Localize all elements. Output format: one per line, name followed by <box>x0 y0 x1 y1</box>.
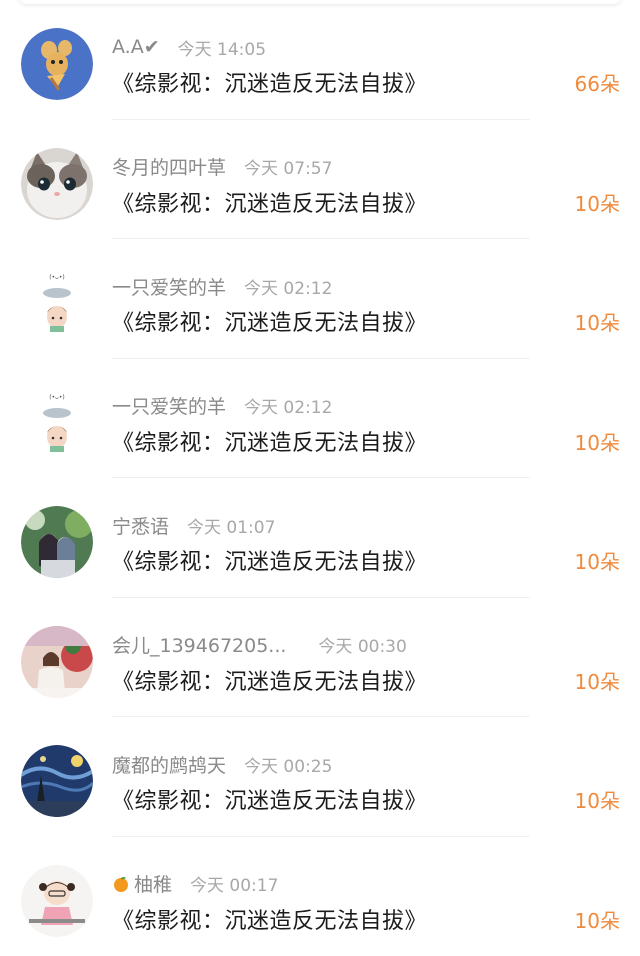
gift-record-list: A.A✔ 今天 14:05 《综影视：沉迷造反无法自拔》 66朵 <box>0 0 640 943</box>
timestamp: 今天 00:25 <box>244 752 332 777</box>
flower-amount: 10朵 <box>575 307 620 336</box>
timestamp: 今天 00:30 <box>318 632 406 657</box>
username[interactable]: A.A✔ <box>112 36 160 58</box>
username[interactable]: 宁悉语 <box>112 512 169 539</box>
kitten-avatar-icon[interactable] <box>21 148 93 220</box>
username[interactable]: 冬月的四叶草 <box>112 153 226 180</box>
flower-amount: 10朵 <box>575 546 620 575</box>
timestamp: 今天 02:12 <box>244 393 332 418</box>
book-title[interactable]: 《综影视：沉迷造反无法自拔》 <box>112 903 427 935</box>
timestamp: 今天 07:57 <box>244 154 332 179</box>
cartoon-mouse-avatar-icon[interactable] <box>21 28 93 100</box>
chibi-avatar-icon[interactable]: (•ᴗ•) <box>21 387 93 459</box>
list-item[interactable]: (•ᴗ•) 一只爱笑的羊 今天 02:12 《综影视：沉迷造反无法自拔》 10朵 <box>0 239 640 359</box>
starry-night-avatar-icon[interactable] <box>21 745 93 817</box>
name-line: 冬月的四叶草 今天 07:57 <box>112 154 332 180</box>
list-item[interactable]: 会儿_139467205... 今天 00:30 《综影视：沉迷造反无法自拔》 … <box>0 598 640 718</box>
flower-amount: 10朵 <box>575 188 620 217</box>
book-title[interactable]: 《综影视：沉迷造反无法自拔》 <box>112 664 427 696</box>
list-item[interactable]: (•ᴗ•) 一只爱笑的羊 今天 02:12 《综影视：沉迷造反无法自拔》 10朵 <box>0 359 640 479</box>
list-item[interactable]: 魔都的鹧鸪天 今天 00:25 《综影视：沉迷造反无法自拔》 10朵 <box>0 717 640 837</box>
book-title[interactable]: 《综影视：沉迷造反无法自拔》 <box>112 305 427 337</box>
flower-amount: 10朵 <box>575 905 620 934</box>
book-title[interactable]: 《综影视：沉迷造反无法自拔》 <box>112 544 427 576</box>
anime-couple-avatar-icon[interactable] <box>21 506 93 578</box>
name-line: 一只爱笑的羊 今天 02:12 <box>112 273 332 299</box>
flower-amount: 66朵 <box>575 68 620 97</box>
orange-fruit-icon <box>112 875 130 893</box>
list-item[interactable]: 柚稚 今天 00:17 《综影视：沉迷造反无法自拔》 10朵 <box>0 837 640 956</box>
book-title[interactable]: 《综影视：沉迷造反无法自拔》 <box>112 425 427 457</box>
name-line: 魔都的鹧鸪天 今天 00:25 <box>112 751 332 777</box>
flower-amount: 10朵 <box>575 427 620 456</box>
cartoon-girl-avatar-icon[interactable] <box>21 865 93 937</box>
name-line: A.A✔ 今天 14:05 <box>112 34 266 60</box>
list-item[interactable]: A.A✔ 今天 14:05 《综影视：沉迷造反无法自拔》 66朵 <box>0 0 640 120</box>
username[interactable]: 一只爱笑的羊 <box>112 392 226 419</box>
svg-text:(•ᴗ•): (•ᴗ•) <box>49 274 64 281</box>
list-item[interactable]: 宁悉语 今天 01:07 《综影视：沉迷造反无法自拔》 10朵 <box>0 478 640 598</box>
svg-text:(•ᴗ•): (•ᴗ•) <box>49 394 64 401</box>
name-line: 柚稚 今天 00:17 <box>112 871 278 897</box>
flower-amount: 10朵 <box>575 785 620 814</box>
painting-girl-avatar-icon[interactable] <box>21 626 93 698</box>
username[interactable]: 一只爱笑的羊 <box>112 273 226 300</box>
timestamp: 今天 01:07 <box>187 513 275 538</box>
timestamp: 今天 02:12 <box>244 274 332 299</box>
list-item[interactable]: 冬月的四叶草 今天 07:57 《综影视：沉迷造反无法自拔》 10朵 <box>0 120 640 240</box>
timestamp: 今天 00:17 <box>190 871 278 896</box>
username[interactable]: 柚稚 <box>134 870 172 897</box>
chibi-avatar-icon[interactable]: (•ᴗ•) <box>21 267 93 339</box>
timestamp: 今天 14:05 <box>178 35 266 60</box>
book-title[interactable]: 《综影视：沉迷造反无法自拔》 <box>112 783 427 815</box>
username[interactable]: 魔都的鹧鸪天 <box>112 751 226 778</box>
book-title[interactable]: 《综影视：沉迷造反无法自拔》 <box>112 186 427 218</box>
name-line: 宁悉语 今天 01:07 <box>112 512 275 538</box>
username[interactable]: 会儿_139467205... <box>112 631 286 658</box>
book-title[interactable]: 《综影视：沉迷造反无法自拔》 <box>112 66 427 98</box>
flower-amount: 10朵 <box>575 666 620 695</box>
name-line: 会儿_139467205... 今天 00:30 <box>112 632 407 658</box>
name-line: 一只爱笑的羊 今天 02:12 <box>112 393 332 419</box>
